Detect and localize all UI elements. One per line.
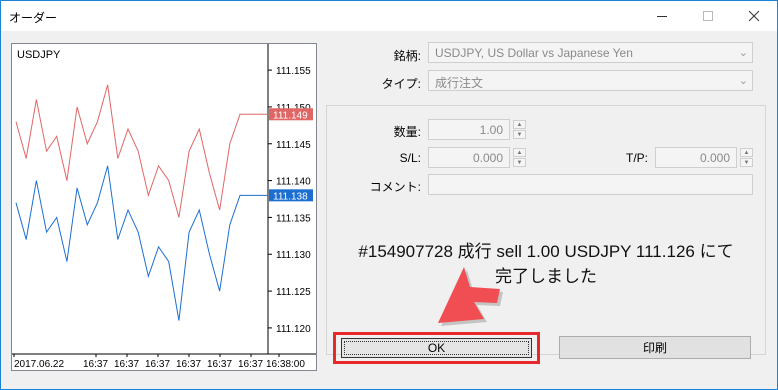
symbol-label: 銘柄:: [393, 49, 421, 63]
order-params-group: [326, 105, 766, 355]
focus-ring: [344, 341, 529, 355]
stepper-down-icon[interactable]: ▼: [513, 130, 526, 139]
tp-label: T/P:: [625, 151, 648, 165]
stepper-up-icon[interactable]: ▲: [513, 148, 526, 157]
x-tick-label: 16:37: [238, 359, 263, 370]
sl-label: S/L:: [399, 151, 421, 165]
y-tick-label: 111.125: [276, 287, 311, 298]
bid-price-line: [15, 165, 268, 321]
y-tick-label: 111.155: [276, 66, 311, 77]
stepper-up-icon[interactable]: ▲: [740, 148, 753, 157]
y-tick-label: 111.130: [276, 250, 311, 261]
maximize-button[interactable]: [685, 1, 731, 31]
x-tick-label: 16:38:00: [266, 359, 305, 370]
price-chart: USDJPY111.155111.150111.145111.140111.13…: [11, 43, 317, 371]
sl-field[interactable]: 0.000: [428, 147, 510, 168]
ask-price-label: 111.149: [273, 110, 308, 121]
chevron-down-icon: ⌄: [738, 75, 748, 87]
volume-stepper[interactable]: ▲ ▼: [513, 120, 526, 139]
chevron-down-icon: ⌄: [738, 47, 748, 59]
type-value: 成行注文: [435, 76, 484, 90]
y-tick-label: 111.120: [276, 324, 311, 335]
volume-label: 数量:: [393, 125, 421, 139]
chart-symbol-label: USDJPY: [17, 49, 61, 61]
symbol-value: USDJPY, US Dollar vs Japanese Yen: [435, 46, 633, 60]
minimize-icon: [657, 16, 667, 17]
comment-label: コメント:: [369, 180, 421, 194]
comment-field[interactable]: [428, 174, 753, 195]
title-bar: オーダー: [1, 1, 777, 31]
symbol-select[interactable]: USDJPY, US Dollar vs Japanese Yen ⌄: [428, 42, 753, 63]
order-dialog: オーダー USDJPY111.155111.150111.145111.1401…: [0, 0, 778, 390]
bid-price-label: 111.138: [273, 191, 308, 202]
print-label: 印刷: [642, 341, 667, 355]
print-button[interactable]: 印刷: [559, 336, 751, 359]
volume-field[interactable]: 1.00: [428, 119, 510, 140]
tp-field[interactable]: 0.000: [655, 147, 737, 168]
message-line-2: 完了しました: [495, 267, 597, 286]
type-label: タイプ:: [381, 77, 421, 91]
x-tick-label: 16:37: [114, 359, 139, 370]
tp-stepper[interactable]: ▲ ▼: [740, 148, 753, 167]
sl-stepper[interactable]: ▲ ▼: [513, 148, 526, 167]
stepper-up-icon[interactable]: ▲: [513, 120, 526, 129]
y-tick-label: 111.145: [276, 140, 311, 151]
x-tick-label: 16:37: [83, 359, 108, 370]
window-title: オーダー: [9, 11, 58, 25]
ask-price-line: [15, 84, 268, 218]
close-icon: [748, 10, 760, 22]
y-tick-label: 111.140: [276, 177, 311, 188]
x-tick-label: 16:37: [176, 359, 201, 370]
minimize-button[interactable]: [639, 1, 685, 31]
x-tick-label: 16:37: [207, 359, 232, 370]
stepper-down-icon[interactable]: ▼: [513, 158, 526, 167]
stepper-down-icon[interactable]: ▼: [740, 158, 753, 167]
chart-svg: USDJPY111.155111.150111.145111.140111.13…: [12, 44, 316, 370]
close-button[interactable]: [731, 1, 777, 31]
annotation-arrow-icon: [438, 267, 503, 326]
message-line-1: #154907728 成行 sell 1.00 USDJPY 111.126 に…: [358, 242, 734, 261]
ok-button[interactable]: OK: [341, 338, 532, 358]
x-tick-label: 2017.06.22: [14, 359, 64, 370]
y-tick-label: 111.135: [276, 213, 311, 224]
confirmation-message: #154907728 成行 sell 1.00 USDJPY 111.126 に…: [327, 239, 765, 289]
type-select[interactable]: 成行注文 ⌄: [428, 70, 753, 91]
maximize-icon: [703, 11, 713, 21]
x-tick-label: 16:37: [145, 359, 170, 370]
